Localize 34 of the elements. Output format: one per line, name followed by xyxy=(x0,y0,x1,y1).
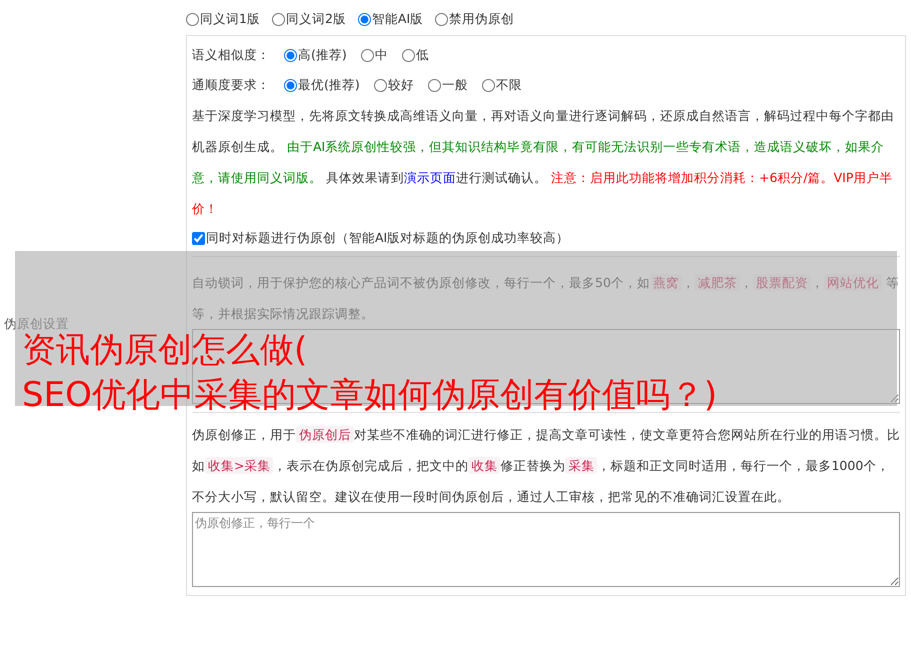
demo-page-link[interactable]: 演示页面 xyxy=(404,170,456,185)
radio-button[interactable] xyxy=(482,78,495,92)
option-label: 高(推荐) xyxy=(298,46,347,64)
radio-button[interactable] xyxy=(360,48,374,62)
option-label: 较好 xyxy=(388,76,414,94)
option-label: 中 xyxy=(374,46,388,64)
option-label: 同义词1版 xyxy=(200,10,260,28)
correction-field[interactable]: 伪原创修正，每行一个 xyxy=(192,512,900,587)
radio-button[interactable] xyxy=(402,48,415,62)
option-label: 最优(推荐) xyxy=(298,76,360,94)
option-label: 不限 xyxy=(496,76,522,94)
radio-button[interactable] xyxy=(272,12,285,26)
option-label: 低 xyxy=(416,46,429,64)
option-label: 智能AI版 xyxy=(372,10,424,28)
lock-words-description: 自动锁词，用于保护您的核心产品词不被伪原创修改，每行一个，最多50个，如 燕窝 ， 减肥茶 ， 股票配资 ， 网站优化 等等，并根据实际情况跟踪调整。 xyxy=(192,273,900,323)
radio-button[interactable] xyxy=(284,78,297,92)
overlay-title: 资讯伪原创怎么做( xyxy=(22,330,308,372)
option-label: 同义词2版 xyxy=(286,10,346,28)
option-label: 一般 xyxy=(442,76,468,94)
radio-button[interactable] xyxy=(284,48,297,62)
radio-button[interactable] xyxy=(435,12,448,26)
overlay-title: SEO优化中采集的文章如何伪原创有价值吗？) xyxy=(22,374,718,417)
checkbox[interactable] xyxy=(192,232,205,244)
checkbox-label: 同时对标题进行伪原创（智能AI版对标题的伪原创成功率较高） xyxy=(206,230,570,246)
correction-description: 伪原创修正，用于 伪原创后 对某些不准确的词汇进行修正，提高文章可读性，使文章更符合您网站所在行业的用语习惯。比如 收集>采集 ，表示在伪原创完成后，把文中的 收集 修正替换为 采集 ，标题和正文同时适用，每行一个，最多1000个，不分大小写，默认留空。建议在使用一段时间伪原创后，通过人工审核，把常见的不准确词汇设置在此。 xyxy=(192,425,900,506)
radio-button[interactable] xyxy=(358,12,371,26)
fluency-label: 通顺度要求： xyxy=(192,76,270,94)
radio-button[interactable] xyxy=(186,12,199,26)
ai-description: 基于深度学习模型，先将原文转换成高维语义向量，再对语义向量进行逐词解码，还原成自然语言，解码过程中每个字都由机器原创生成。 由于AI系统原创性较强，但其知识结构毕竟有限，有可能无法识别一些专有术语，造成语义破坏，如果介意，请使用同义词版。 具体效果请到演示页面进行测试确认。 注意：启用此功能将增加积分消耗：+6积分/篇。VIP用户半价！ xyxy=(192,107,895,218)
radio-button[interactable] xyxy=(428,78,441,92)
radio-button[interactable] xyxy=(374,78,387,92)
similarity-label: 语义相似度： xyxy=(192,46,270,64)
option-label: 禁用伪原创 xyxy=(449,10,514,28)
section-label: 伪原创设置 xyxy=(4,316,69,332)
